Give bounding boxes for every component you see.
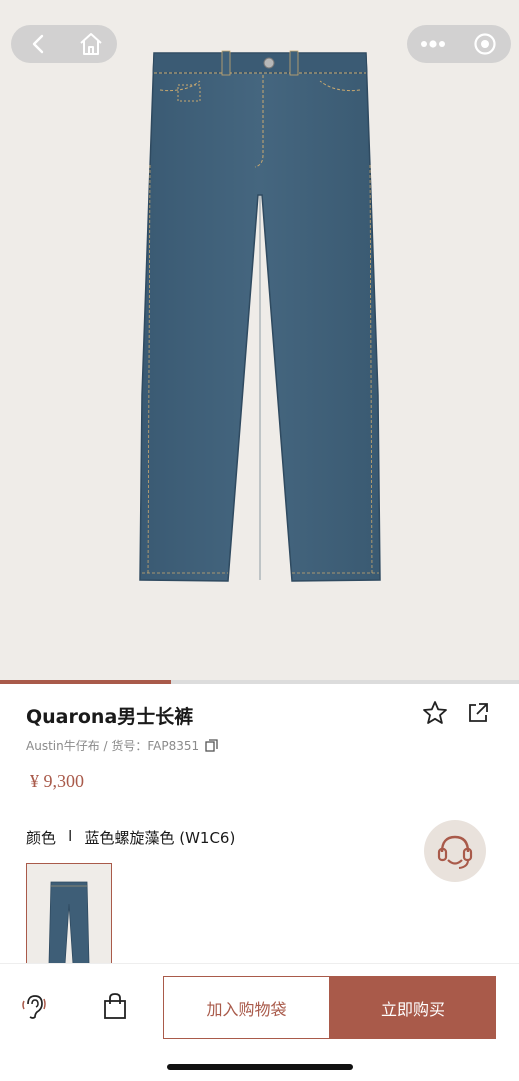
jeans-thumbnail-image <box>48 881 90 964</box>
nav-capsule <box>11 25 117 63</box>
star-icon[interactable] <box>422 700 448 726</box>
jeans-image <box>139 50 381 582</box>
product-price: ¥ 9,300 <box>30 771 84 791</box>
ear-icon[interactable] <box>20 992 48 1020</box>
target-circle-icon <box>474 33 496 55</box>
add-to-bag-button[interactable]: 加入购物袋 <box>163 976 330 1039</box>
material-and-sku: Austin牛仔布 / 货号：FAP8351 <box>26 739 200 753</box>
miniprogram-capsule <box>407 25 511 63</box>
color-row: 颜色 I 蓝色螺旋藻色 (W1C6) <box>26 827 235 848</box>
home-button[interactable] <box>64 25 117 63</box>
product-title: Quarona男士长裤 <box>26 706 194 728</box>
color-swatch-thumbnail[interactable] <box>26 863 112 965</box>
buy-now-button[interactable]: 立即购买 <box>330 976 496 1039</box>
customer-service-button[interactable] <box>424 820 486 882</box>
product-subline: Austin牛仔布 / 货号：FAP8351 <box>26 737 219 754</box>
more-dots-icon <box>421 40 445 48</box>
gallery-progress-bar <box>0 680 519 684</box>
shopping-bag-icon[interactable] <box>101 992 129 1020</box>
copy-icon[interactable] <box>205 738 219 753</box>
chevron-left-icon <box>32 34 43 54</box>
home-indicator <box>167 1064 353 1070</box>
gallery-progress-fill <box>0 680 172 684</box>
back-button[interactable] <box>11 25 64 63</box>
product-image-carousel[interactable] <box>0 0 519 680</box>
color-value: 蓝色螺旋藻色 (W1C6) <box>84 829 236 847</box>
color-separator: I <box>68 827 73 845</box>
home-icon <box>79 33 102 55</box>
share-icon[interactable] <box>466 701 490 725</box>
more-button[interactable] <box>407 25 459 63</box>
color-label: 颜色 <box>26 829 57 847</box>
headset-icon <box>437 835 473 869</box>
close-miniprogram-button[interactable] <box>459 25 511 63</box>
